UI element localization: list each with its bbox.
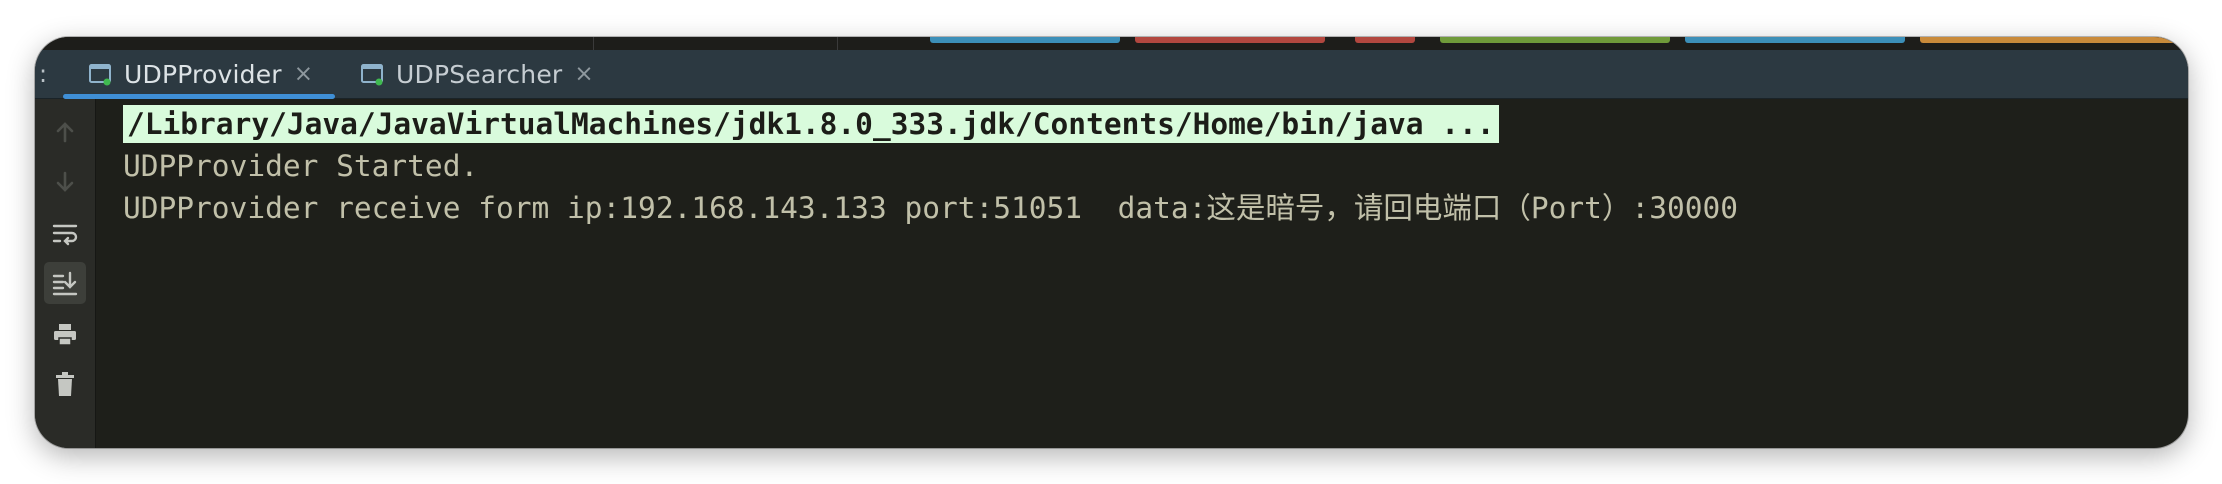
tab-label: UDPProvider — [124, 59, 282, 89]
clear-all-button[interactable] — [44, 363, 86, 405]
next-occurrence-button[interactable] — [44, 161, 86, 203]
console-run-icon — [88, 62, 112, 86]
print-button[interactable] — [44, 313, 86, 355]
close-icon[interactable]: × — [294, 61, 313, 87]
trash-icon — [56, 372, 74, 396]
down-arrow-icon — [56, 171, 74, 192]
code-peek-token — [930, 37, 1120, 43]
console-line: UDPProvider receive form ip:192.168.143.… — [123, 191, 1738, 225]
editor-peek-strip — [35, 37, 2188, 50]
active-tab-indicator — [63, 94, 336, 99]
console-run-icon — [360, 62, 384, 86]
tool-window-label-fragment: : — [39, 60, 48, 88]
soft-wrap-button[interactable] — [44, 212, 86, 254]
code-peek-token — [1135, 37, 1325, 43]
scroll-to-end-button[interactable] — [44, 262, 86, 304]
console-line: UDPProvider Started. — [123, 149, 479, 183]
up-arrow-icon — [56, 122, 74, 143]
console-output[interactable]: /Library/Java/JavaVirtualMachines/jdk1.8… — [123, 103, 2188, 448]
code-peek-token — [1920, 37, 2188, 43]
tab-udpprovider[interactable]: UDPProvider × — [63, 50, 336, 99]
code-peek-token — [1685, 37, 1905, 43]
code-peek-token — [1440, 37, 1670, 43]
tab-label: UDPSearcher — [396, 59, 563, 89]
console-command-line: /Library/Java/JavaVirtualMachines/jdk1.8… — [123, 103, 2188, 145]
scroll-to-end-icon — [52, 271, 78, 296]
code-peek-token — [1355, 37, 1415, 43]
console-toolbar — [35, 99, 96, 448]
previous-occurrence-button[interactable] — [44, 111, 86, 153]
divider — [837, 37, 838, 50]
run-tabs-bar: : UDPProvider × UDPSearcher × — [35, 50, 2188, 99]
command-link[interactable]: /Library/Java/JavaVirtualMachines/jdk1.8… — [123, 105, 1499, 143]
print-icon — [54, 324, 76, 346]
tab-udpsearcher[interactable]: UDPSearcher × — [360, 50, 594, 98]
run-tool-window: : UDPProvider × UDPSearcher × /Library/J… — [35, 37, 2188, 448]
divider — [593, 37, 594, 50]
soft-wrap-icon — [52, 224, 78, 246]
close-icon[interactable]: × — [574, 61, 593, 87]
